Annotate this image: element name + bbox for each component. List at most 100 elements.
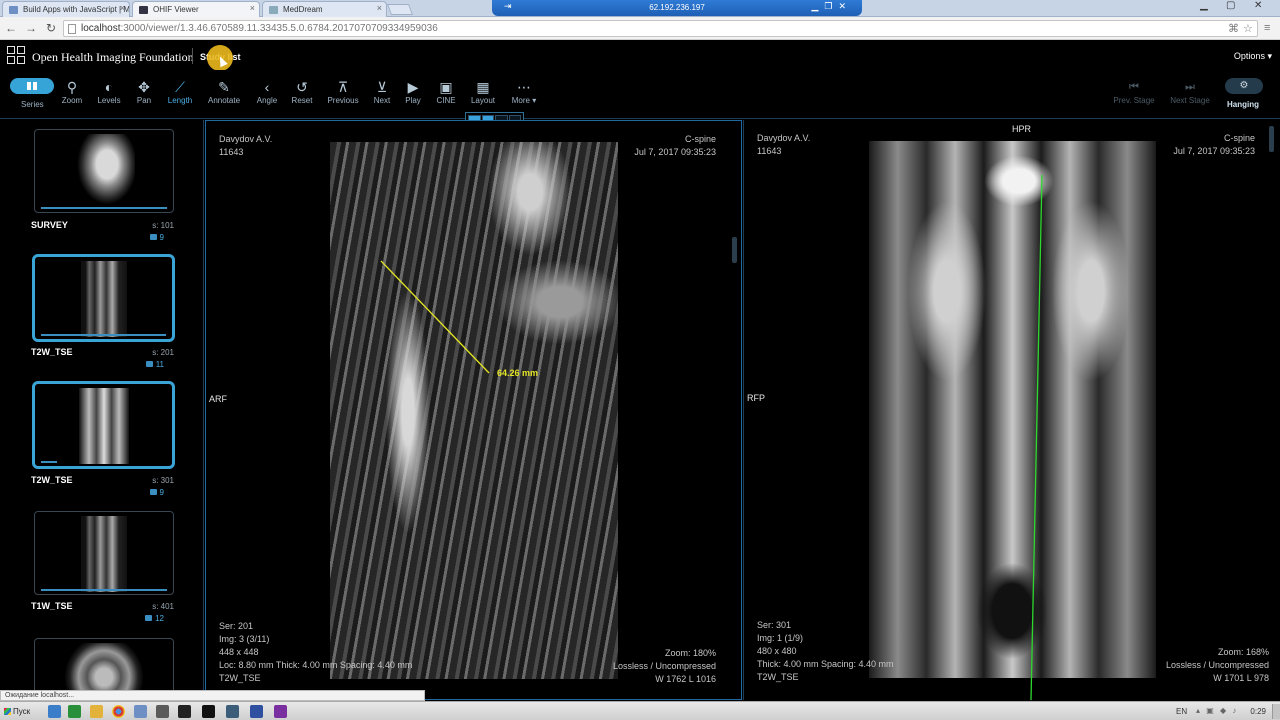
measurement-label[interactable]: 64.26 mm: [497, 367, 538, 380]
zoom-label: Zoom: [61, 96, 83, 105]
ie-icon[interactable]: [48, 705, 61, 718]
reset-icon: ↺: [296, 79, 308, 95]
study-browser-sidebar[interactable]: SURVEY s: 101 9 T2W_TSE s: 201 11 T2W_TS…: [0, 120, 204, 700]
app-icon[interactable]: [226, 705, 239, 718]
angle-tool-button[interactable]: ‹ Angle: [255, 78, 279, 105]
window-icon[interactable]: [134, 705, 147, 718]
viewport-right[interactable]: HPR Davydov A.V. 11643 C-spine Jul 7, 20…: [743, 120, 1280, 700]
series-number: s: 201: [152, 348, 174, 357]
window-level: W 1762 L 1016: [655, 674, 716, 684]
gear-icon: ⚙: [1239, 80, 1249, 91]
next-image-button[interactable]: ⊻ Next: [371, 78, 393, 105]
layout-button[interactable]: ▦ Layout: [469, 78, 497, 105]
series-number: s: 101: [152, 221, 174, 230]
thumbnail-image: [80, 261, 127, 337]
close-tab-icon[interactable]: ×: [377, 3, 382, 13]
length-tool-button[interactable]: ⟋ Length: [166, 78, 194, 105]
series-thumbnail[interactable]: [32, 254, 175, 342]
patient-name: Davydov A.V.: [219, 134, 273, 144]
annotate-tool-button[interactable]: ✎ Annotate: [206, 78, 242, 105]
video-camera-icon: ▣: [439, 79, 453, 95]
next-stage-button[interactable]: ⏭ Next Stage: [1168, 78, 1212, 105]
series-number: s: 301: [152, 476, 174, 485]
reload-icon[interactable]: ↻: [44, 21, 58, 35]
series-thumbnail[interactable]: [32, 381, 175, 469]
image-count: 12: [104, 614, 164, 623]
series-toggle-button[interactable]: [10, 78, 54, 94]
show-desktop-button[interactable]: [1272, 704, 1280, 719]
remote-session-bar: ⇥ 62.192.236.197 ▁❐✕: [492, 0, 862, 16]
browser-menu-icon[interactable]: ≡: [1264, 22, 1270, 34]
pin-icon[interactable]: ⇥: [504, 1, 512, 12]
patient-info: Davydov A.V. 11643: [219, 133, 272, 159]
tab-label: Build Apps with JavaScript | M: [23, 5, 130, 14]
image-stack-icon: [145, 615, 153, 621]
new-tab-button[interactable]: [386, 4, 414, 15]
series-name: T2W_TSE: [31, 347, 73, 357]
zoom-tool-button[interactable]: ⚲ Zoom: [60, 78, 84, 105]
series-thumbnail[interactable]: [34, 511, 174, 595]
compression: Lossless / Uncompressed: [1165, 660, 1269, 670]
levels-tool-button[interactable]: ◐ Levels: [95, 78, 123, 105]
explorer-folder-icon[interactable]: [90, 705, 103, 718]
browser-tab-strip: Build Apps with JavaScript | M × OHIF Vi…: [0, 0, 1280, 17]
start-button[interactable]: Пуск: [2, 704, 36, 719]
pan-tool-button[interactable]: ✥ Pan: [134, 78, 154, 105]
options-menu[interactable]: Options ▾: [1234, 51, 1272, 62]
browser-tab-ohif-viewer[interactable]: OHIF Viewer ×: [132, 1, 260, 17]
display-info: Zoom: 168% Lossless / Uncompressed W 170…: [1166, 646, 1269, 685]
tray-icons[interactable]: ▴ ▣ ◆ ♪: [1196, 706, 1238, 715]
search-icon: ⚲: [66, 79, 78, 95]
app-icon[interactable]: [202, 705, 215, 718]
play-button[interactable]: ▶ Play: [403, 78, 423, 105]
hanging-label: Hanging: [1227, 100, 1259, 109]
slice-info: Thick: 4.00 mm Spacing: 4.40 mm: [757, 659, 894, 669]
close-window-icon[interactable]: ✕: [1254, 0, 1262, 16]
image-index: Img: 3 (3/11): [219, 634, 270, 644]
excel-icon[interactable]: [68, 705, 81, 718]
language-indicator[interactable]: EN: [1176, 707, 1187, 716]
pan-label: Pan: [136, 96, 152, 105]
maximize-icon[interactable]: ▢: [1226, 0, 1235, 16]
previous-image-button[interactable]: ⊼ Previous: [326, 78, 360, 105]
app-icon[interactable]: [274, 705, 287, 718]
more-tools-button[interactable]: ⋯ More ▾: [509, 78, 539, 105]
close-tab-icon[interactable]: ×: [250, 3, 255, 13]
patient-id: 11643: [219, 147, 244, 157]
reset-tool-button[interactable]: ↺ Reset: [290, 78, 314, 105]
image-scrollbar-handle[interactable]: [732, 237, 737, 263]
image-scrollbar-handle[interactable]: [1269, 126, 1274, 152]
prev-stage-button[interactable]: ⏮ Prev. Stage: [1112, 78, 1156, 105]
ruler-icon: ⟋: [175, 79, 185, 95]
previous-label: Previous: [327, 96, 359, 105]
forward-arrow-icon[interactable]: →: [24, 21, 38, 35]
remote-window-controls[interactable]: ▁❐✕: [811, 1, 852, 12]
browser-status-bubble: Ожидание localhost...: [0, 690, 425, 701]
layout-grid-icon: ▦: [476, 79, 490, 95]
levels-label: Levels: [97, 96, 121, 105]
cine-button[interactable]: ▣ CINE: [435, 78, 457, 105]
reference-line-overlay: [1030, 174, 1043, 700]
series-number: s: 401: [152, 602, 174, 611]
image-count-value: 11: [155, 360, 164, 369]
series-thumbnail[interactable]: [34, 129, 174, 213]
zoom-level: Zoom: 180%: [664, 648, 716, 658]
hanging-protocol-button[interactable]: ⚙: [1225, 78, 1263, 94]
back-arrow-icon[interactable]: ←: [4, 21, 18, 35]
chrome-icon[interactable]: [112, 705, 125, 718]
browser-tab-build-apps[interactable]: Build Apps with JavaScript | M ×: [2, 1, 130, 17]
browser-tab-meddream[interactable]: MedDream ×: [262, 1, 387, 17]
app-icon[interactable]: [250, 705, 263, 718]
study-info: C-spine Jul 7, 2017 09:35:23: [1173, 132, 1255, 158]
study-description: C-spine: [1223, 133, 1255, 143]
close-tab-icon[interactable]: ×: [120, 3, 125, 13]
bookmark-star-icon[interactable]: ☆: [1243, 22, 1253, 35]
terminal-icon[interactable]: [178, 705, 191, 718]
app-icon[interactable]: [156, 705, 169, 718]
minimize-icon[interactable]: ▁: [1200, 0, 1208, 16]
viewport-left[interactable]: 64.26 mm Davydov A.V. 11643 C-spine Jul …: [205, 120, 742, 700]
address-bar-input[interactable]: localhost:3000/viewer/1.3.46.670589.11.3…: [63, 20, 1258, 37]
mri-sagittal-image[interactable]: [330, 142, 618, 679]
translate-icon[interactable]: ⌘: [1228, 22, 1239, 35]
move-arrows-icon: ✥: [138, 79, 150, 95]
